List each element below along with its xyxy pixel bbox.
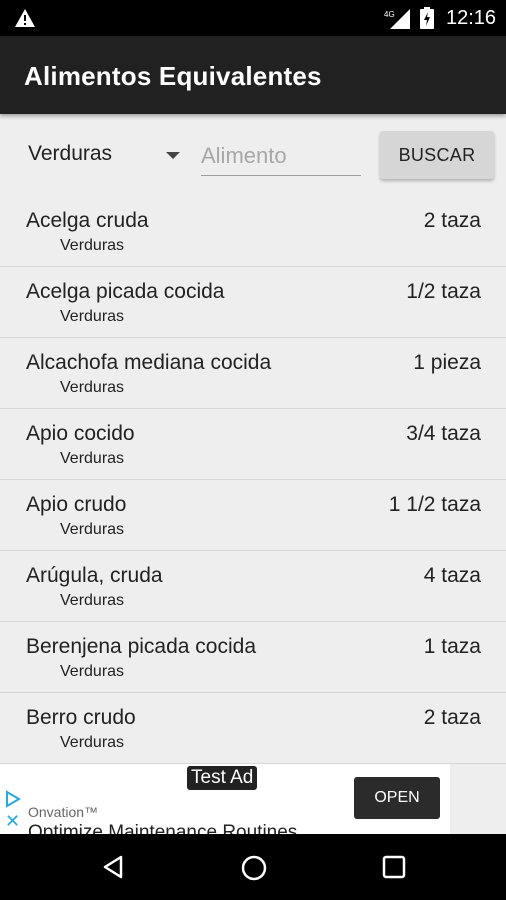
food-category: Verduras: [60, 663, 125, 680]
ad-advertiser: Onvation™: [28, 804, 99, 820]
food-category: Verduras: [60, 379, 125, 396]
food-name: Apio crudo: [26, 493, 127, 516]
food-name: Berro crudo: [26, 706, 136, 729]
food-category: Verduras: [60, 237, 125, 254]
search-row: Verduras BUSCAR: [0, 114, 506, 200]
food-list[interactable]: Acelga cruda Verduras 2 taza Acelga pica…: [0, 196, 506, 764]
food-quantity: 1 taza: [423, 635, 481, 658]
food-name: Acelga picada cocida: [26, 280, 225, 303]
recents-icon[interactable]: [382, 855, 406, 879]
status-bar: 4G 12:16: [0, 0, 506, 36]
test-ad-badge: Test Ad: [187, 766, 258, 790]
food-name: Arúgula, cruda: [26, 564, 163, 587]
dropdown-arrow-icon: [166, 152, 180, 159]
food-list-item[interactable]: Acelga picada cocida Verduras 1/2 taza: [0, 267, 506, 338]
home-icon[interactable]: [240, 854, 268, 882]
food-quantity: 2 taza: [423, 706, 481, 729]
food-quantity: 1 pieza: [413, 351, 481, 374]
food-name: Alcachofa mediana cocida: [26, 351, 272, 374]
food-list-item[interactable]: Acelga cruda Verduras 2 taza: [0, 196, 506, 267]
food-list-item[interactable]: Berro crudo Verduras 2 taza: [0, 693, 506, 764]
search-button[interactable]: BUSCAR: [380, 131, 494, 179]
food-list-item[interactable]: Apio crudo Verduras 1 1/2 taza: [0, 480, 506, 551]
page-title: Alimentos Equivalentes: [24, 61, 322, 91]
food-category: Verduras: [60, 734, 125, 751]
food-quantity: 2 taza: [423, 209, 481, 232]
ad-headline: Optimize Maintenance Routines: [28, 822, 298, 834]
ad-choices-icon[interactable]: [4, 790, 22, 808]
food-list-item[interactable]: Arúgula, cruda Verduras 4 taza: [0, 551, 506, 622]
back-icon[interactable]: [100, 854, 126, 880]
food-name: Acelga cruda: [26, 209, 149, 232]
food-list-item[interactable]: Alcachofa mediana cocida Verduras 1 piez…: [0, 338, 506, 409]
category-spinner-value: Verduras: [28, 142, 113, 165]
warning-icon: [15, 9, 35, 27]
network-label: 4G: [384, 10, 395, 19]
ad-close-icon[interactable]: ✕: [5, 811, 20, 832]
food-quantity: 1/2 taza: [406, 280, 481, 303]
signal-icon: 4G: [384, 9, 410, 29]
food-quantity: 1 1/2 taza: [388, 493, 481, 516]
food-search-field: [201, 138, 361, 176]
food-category: Verduras: [60, 521, 125, 538]
food-category: Verduras: [60, 592, 125, 609]
food-list-item[interactable]: Berenjena picada cocida Verduras 1 taza: [0, 622, 506, 693]
food-name: Berenjena picada cocida: [26, 635, 256, 658]
status-clock: 12:16: [446, 7, 497, 29]
battery-icon: [420, 7, 434, 29]
food-name: Apio cocido: [26, 422, 135, 445]
food-category: Verduras: [60, 450, 125, 467]
navigation-bar: [0, 834, 506, 900]
category-spinner[interactable]: Verduras: [28, 142, 186, 172]
food-category: Verduras: [60, 308, 125, 325]
food-quantity: 4 taza: [423, 564, 481, 587]
app-toolbar: Alimentos Equivalentes: [0, 36, 506, 114]
food-search-input[interactable]: [201, 138, 361, 174]
ad-open-button[interactable]: OPEN: [354, 777, 440, 819]
food-list-item[interactable]: Apio cocido Verduras 3/4 taza: [0, 409, 506, 480]
food-quantity: 3/4 taza: [406, 422, 481, 445]
ad-banner[interactable]: Test Ad ✕ Onvation™ Optimize Maintenance…: [0, 764, 450, 834]
